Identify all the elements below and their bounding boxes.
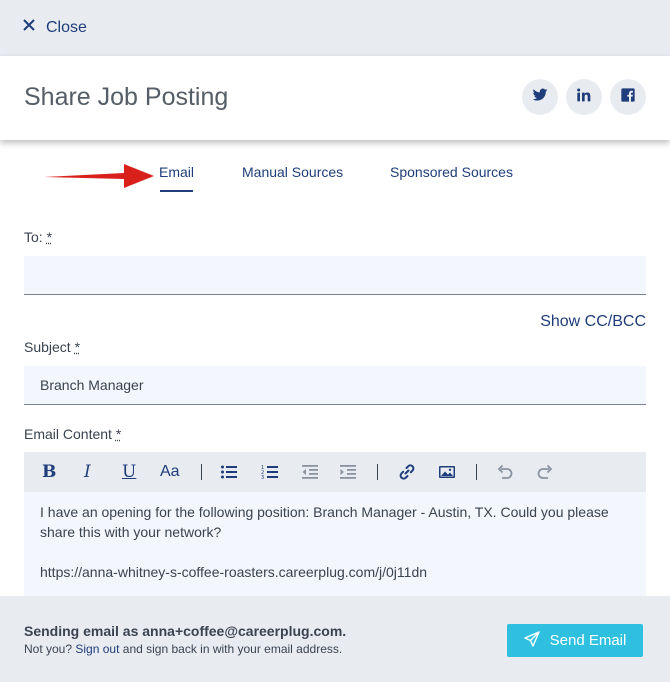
active-tab-indicator bbox=[160, 190, 193, 192]
show-cc-bcc-link[interactable]: Show CC/BCC bbox=[540, 313, 646, 331]
footer-bar: Sending email as anna+coffee@careerplug.… bbox=[0, 596, 670, 682]
svg-text:3: 3 bbox=[261, 475, 264, 481]
email-content-label-text: Email Content bbox=[24, 426, 112, 442]
font-size-button[interactable]: Aa bbox=[160, 452, 180, 492]
facebook-icon bbox=[620, 87, 636, 108]
email-body-paragraph: I have an opening for the following posi… bbox=[40, 504, 609, 540]
tab-sponsored-sources[interactable]: Sponsored Sources bbox=[390, 164, 513, 180]
undo-icon bbox=[497, 464, 513, 479]
tab-manual-sources[interactable]: Manual Sources bbox=[242, 164, 343, 180]
pointer-arrow-icon bbox=[44, 164, 154, 188]
not-you-prefix: Not you? bbox=[24, 642, 73, 656]
italic-button[interactable]: I bbox=[84, 452, 91, 492]
numbered-list-button[interactable]: 1 2 3 bbox=[261, 452, 279, 492]
not-you-text: Not you? Sign out and sign back in with … bbox=[24, 642, 342, 656]
paper-plane-icon bbox=[523, 630, 540, 651]
bold-button[interactable]: B bbox=[42, 452, 56, 492]
to-label: To: * bbox=[24, 229, 52, 245]
required-mark: * bbox=[46, 229, 53, 245]
linkedin-icon bbox=[576, 87, 592, 108]
subject-label-text: Subject bbox=[24, 339, 71, 355]
share-tabs: Email Manual Sources Sponsored Sources bbox=[0, 140, 670, 200]
redo-button[interactable] bbox=[536, 452, 554, 492]
editor-toolbar: B I U Aa 1 2 3 bbox=[24, 452, 646, 492]
page-header: Share Job Posting bbox=[0, 56, 670, 140]
toolbar-divider bbox=[476, 464, 477, 480]
toolbar-divider bbox=[377, 464, 378, 480]
required-mark: * bbox=[74, 339, 81, 355]
linkedin-share-button[interactable] bbox=[566, 79, 602, 115]
undo-button[interactable] bbox=[496, 452, 514, 492]
tab-email[interactable]: Email bbox=[159, 164, 194, 180]
close-label: Close bbox=[46, 18, 87, 36]
subject-label: Subject * bbox=[24, 339, 80, 355]
indent-icon bbox=[340, 465, 356, 479]
numbered-list-icon: 1 2 3 bbox=[261, 465, 278, 481]
page-title: Share Job Posting bbox=[24, 83, 229, 111]
bulleted-list-button[interactable] bbox=[220, 452, 238, 492]
underline-button[interactable]: U bbox=[122, 452, 136, 492]
subject-field[interactable]: Branch Manager bbox=[24, 366, 646, 405]
close-button[interactable]: Close bbox=[22, 18, 87, 37]
send-email-button[interactable]: Send Email bbox=[507, 624, 643, 657]
send-email-label: Send Email bbox=[549, 632, 627, 649]
email-content-editor[interactable]: I have an opening for the following posi… bbox=[24, 492, 646, 596]
image-button[interactable] bbox=[438, 452, 456, 492]
twitter-share-button[interactable] bbox=[522, 79, 558, 115]
not-you-suffix: and sign back in with your email address… bbox=[122, 642, 343, 656]
sending-as-text: Sending email as anna+coffee@careerplug.… bbox=[24, 623, 347, 639]
facebook-share-button[interactable] bbox=[610, 79, 646, 115]
redo-icon bbox=[537, 464, 553, 479]
indent-button[interactable] bbox=[339, 452, 357, 492]
image-icon bbox=[439, 466, 455, 478]
top-bar: Close bbox=[0, 0, 670, 56]
to-label-text: To: bbox=[24, 229, 43, 245]
outdent-button[interactable] bbox=[301, 452, 319, 492]
to-field[interactable] bbox=[24, 256, 646, 295]
outdent-icon bbox=[302, 465, 318, 479]
toolbar-divider bbox=[201, 464, 202, 480]
required-mark: * bbox=[115, 426, 122, 442]
twitter-icon bbox=[532, 87, 548, 108]
sign-out-link[interactable]: Sign out bbox=[75, 642, 119, 656]
email-content-label: Email Content * bbox=[24, 426, 121, 442]
link-button[interactable] bbox=[398, 452, 416, 492]
email-body-job-link: https://anna-whitney-s-coffee-roasters.c… bbox=[40, 564, 428, 580]
close-icon bbox=[22, 18, 36, 37]
bulleted-list-icon bbox=[221, 465, 237, 479]
link-icon bbox=[399, 464, 415, 480]
